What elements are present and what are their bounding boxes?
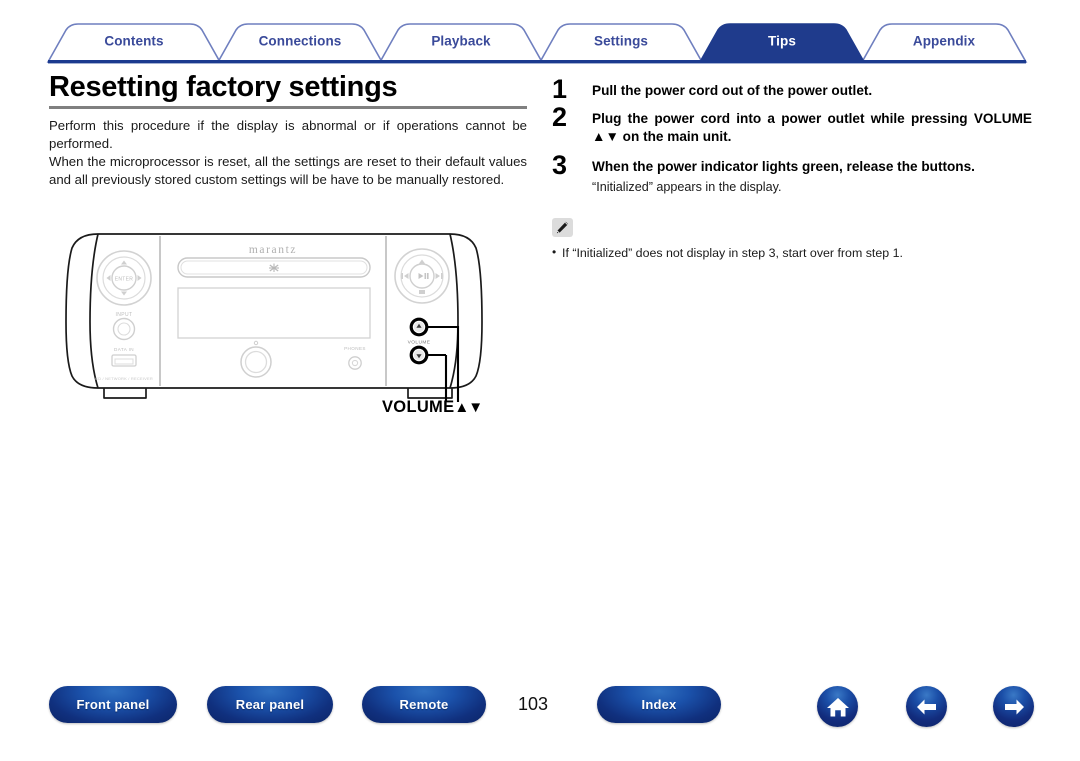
tab-bar: Contents Connections Playback Settings T… <box>0 0 1080 68</box>
step-3-text: When the power indicator lights green, r… <box>592 159 975 175</box>
index-button[interactable]: Index <box>597 686 721 723</box>
right-transport-cluster <box>394 248 450 304</box>
tab-tips[interactable]: Tips <box>700 34 864 49</box>
rear-panel-button[interactable]: Rear panel <box>207 686 333 723</box>
note-list: If “Initialized” does not display in ste… <box>552 244 1032 262</box>
step-1-text: Pull the power cord out of the power out… <box>592 83 873 98</box>
tab-settings[interactable]: Settings <box>540 34 702 49</box>
page-number: 103 <box>518 694 549 714</box>
left-nav-cluster: ENTER <box>96 250 152 306</box>
input-knob: INPUT <box>112 312 136 341</box>
home-icon[interactable] <box>817 686 858 727</box>
pencil-icon <box>552 218 573 238</box>
step-1: 1 Pull the power cord out of the power o… <box>552 76 1032 103</box>
svg-text:ENTER: ENTER <box>115 277 134 283</box>
brand-logo-text: marantz <box>249 244 297 256</box>
front-panel-button-label: Front panel <box>76 697 150 712</box>
right-column: 1 Pull the power cord out of the power o… <box>552 76 1032 263</box>
tab-connections[interactable]: Connections <box>218 34 382 49</box>
volume-buttons-highlight: VOLUME <box>408 317 431 365</box>
title-divider <box>49 106 527 110</box>
arrow-right-icon[interactable] <box>993 686 1034 727</box>
front-panel-drawing: marantz PHONES ENTER INPUT DATA IN CD / … <box>65 233 483 402</box>
step-2-number: 2 <box>552 102 568 133</box>
note-block: If “Initialized” does not display in ste… <box>552 218 1032 262</box>
disc-slot <box>177 257 371 278</box>
volume-callout-label: VOLUME <box>382 398 455 416</box>
remote-button[interactable]: Remote <box>362 686 486 723</box>
power-knob <box>240 340 272 378</box>
intro-paragraph-2: When the microprocessor is reset, all th… <box>49 154 527 188</box>
svg-text:CD / NETWORK / RECEIVER: CD / NETWORK / RECEIVER <box>95 376 153 381</box>
index-button-label: Index <box>641 697 677 712</box>
step-2: 2 Plug the power cord into a power outle… <box>552 104 1032 146</box>
tab-contents[interactable]: Contents <box>48 34 220 49</box>
front-panel-button[interactable]: Front panel <box>49 686 177 723</box>
display-window <box>177 287 371 339</box>
callout-leader-lines <box>428 325 460 402</box>
svg-text:DATA IN: DATA IN <box>114 347 134 352</box>
svg-text:INPUT: INPUT <box>116 312 133 318</box>
step-1-number: 1 <box>552 74 568 104</box>
step-3-number: 3 <box>552 150 568 181</box>
left-column: Resetting factory settings Perform this … <box>49 72 529 189</box>
remote-button-label: Remote <box>399 697 449 712</box>
step-3: 3 When the power indicator lights green,… <box>552 152 1032 196</box>
svg-text:VOLUME: VOLUME <box>408 340 431 346</box>
step-2-text: Plug the power cord into a power outlet … <box>592 111 1032 145</box>
volume-callout-caption: VOLUME▲▼ <box>382 398 483 417</box>
tab-appendix[interactable]: Appendix <box>862 34 1026 49</box>
bottom-navigation-bar: Front panel Rear panel Remote 103 Index <box>0 686 1080 746</box>
note-item: If “Initialized” does not display in ste… <box>552 244 1032 262</box>
arrow-left-icon[interactable] <box>906 686 947 727</box>
phones-jack: PHONES <box>344 346 366 370</box>
intro-paragraph-1: Perform this procedure if the display is… <box>49 118 527 152</box>
rear-panel-button-label: Rear panel <box>235 697 305 712</box>
volume-callout-arrows: ▲▼ <box>454 399 483 416</box>
tab-playback[interactable]: Playback <box>380 34 542 49</box>
front-panel-illustration: marantz PHONES ENTER INPUT DATA IN CD / … <box>60 222 530 422</box>
svg-text:PHONES: PHONES <box>344 346 366 351</box>
page-title: Resetting factory settings <box>49 71 398 103</box>
step-3-subtext: “Initialized” appears in the display. <box>592 180 782 195</box>
usb-port: DATA IN CD / NETWORK / RECEIVER <box>95 347 153 381</box>
